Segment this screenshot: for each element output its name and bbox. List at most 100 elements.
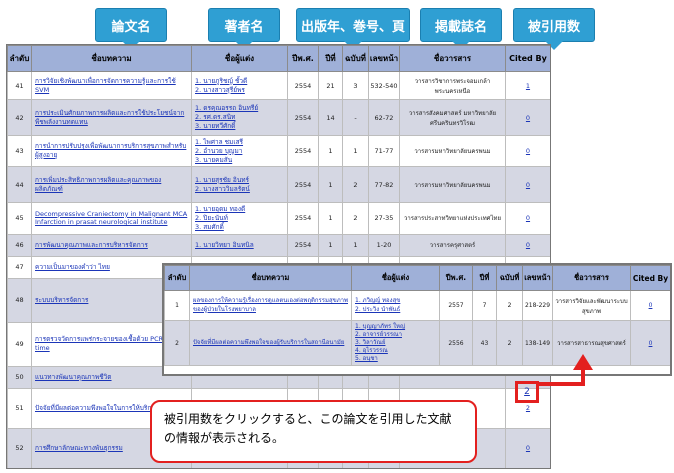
result-row: 46 การพัฒนาคุณภาพและการบริหารจัดการ 1. นาย… <box>7 233 550 257</box>
citing-authors-link[interactable]: 1. บุญญาภัทร ใหญ่ 2. อาจารย์วรรณา 3. วิล… <box>351 319 440 367</box>
citing-index-cell: 2 <box>164 319 190 367</box>
citing-cited-count[interactable]: 0 <box>649 302 653 309</box>
result-title-link[interactable]: การพัฒนาคุณภาพและการบริหารจัดการ <box>31 233 192 257</box>
callout-authors: 著者名 <box>208 8 280 50</box>
header-pages: เลขหน้า <box>368 45 400 72</box>
header-authors: ชื่อผู้แต่ง <box>191 45 288 72</box>
popup-header-cited: Cited By <box>630 265 670 291</box>
result-cited-link[interactable]: 1 <box>505 71 550 100</box>
result-index-cell: 46 <box>7 233 32 257</box>
result-cited-count[interactable]: 0 <box>526 181 530 189</box>
result-pages-cell: 532-540 <box>368 71 400 100</box>
result-year-cell: 2554 <box>287 233 319 257</box>
result-index-cell: 48 <box>7 277 32 323</box>
result-row: 41 การวิจัยเชิงพัฒนาเพื่อการจัดการความรู้… <box>7 71 550 100</box>
result-authors-link[interactable]: 1. นายวิทยา อินทนิล <box>191 233 288 257</box>
citing-title-link[interactable]: ผลของการให้ความรู้เรื่องการดูแลตนเองต่อพ… <box>189 290 352 321</box>
results-header-row: ลำดับ ชื่อบทความ ชื่อผู้แต่ง ปีพ.ศ. ปีที… <box>7 45 550 72</box>
popup-header-year: ปีพ.ศ. <box>439 265 473 291</box>
popup-header-authors: ชื่อผู้แต่ง <box>351 265 440 291</box>
popup-header-volume: ปีที่ <box>472 265 497 291</box>
result-cited-count[interactable]: 0 <box>526 214 530 222</box>
result-cited-link[interactable]: 0 <box>505 134 550 168</box>
callout-publication: 出版年、巻号、頁 <box>296 8 410 50</box>
result-journal-cell: วารสารวิชาการพระจอมเกล้าพระนครเหนือ <box>399 71 506 100</box>
citing-cited-link[interactable]: 0 <box>630 290 670 321</box>
result-cited-link[interactable]: 0 <box>505 427 550 468</box>
result-index-cell: 42 <box>7 99 32 136</box>
arrow-connector-icon <box>538 354 593 386</box>
citing-cited-count[interactable]: 0 <box>649 340 653 347</box>
result-authors-link[interactable]: 1. นายภูริชญ์ ชั้วดี 2. นางสาวสุรีย์พร <box>191 71 288 100</box>
result-index-cell: 52 <box>7 427 32 468</box>
result-index-cell: 50 <box>7 365 32 389</box>
result-cited-count[interactable]: 0 <box>526 241 530 249</box>
result-cited-count[interactable]: 2 <box>526 404 530 412</box>
result-index-cell: 49 <box>7 321 32 367</box>
result-pages-cell: 27-35 <box>368 202 400 235</box>
result-authors-link[interactable]: 1. ดรคุณอรรถ อินทรีย์ 2. รศ.ดร.สนิท 3. น… <box>191 99 288 136</box>
citing-index-cell: 1 <box>164 290 190 321</box>
result-title-link[interactable]: การเพิ่มประสิทธิภาพการผลิตและคุณภาพของผล… <box>31 166 192 204</box>
result-row: 45 Decompressive Craniectomy in Malignant… <box>7 202 550 235</box>
result-pages-cell: 1-20 <box>368 233 400 257</box>
cited-count-link[interactable]: 2 <box>518 387 536 397</box>
result-cited-count[interactable]: 0 <box>526 147 530 155</box>
citing-journal-cell: วารสารวิจัยและพัฒนาระบบสุขภาพ <box>552 290 631 321</box>
header-index: ลำดับ <box>7 45 32 72</box>
result-cited-link[interactable]: 0 <box>505 202 550 235</box>
result-cited-link[interactable]: 0 <box>505 233 550 257</box>
citing-year-cell: 2556 <box>439 319 473 367</box>
result-journal-cell: วารสารครุศาสตร์ <box>399 233 506 257</box>
result-index-cell: 51 <box>7 387 32 429</box>
citing-issue-cell: 2 <box>496 290 523 321</box>
callout-authors-label: 著者名 <box>224 19 264 35</box>
result-title-link[interactable]: การประเมินศักยภาพการผลิตและการใช้ประโยชน… <box>31 99 192 136</box>
citing-volume-cell: 43 <box>472 319 497 367</box>
result-index-cell: 45 <box>7 202 32 235</box>
result-title-link[interactable]: การวิจัยเชิงพัฒนาเพื่อการจัดการความรู้แล… <box>31 71 192 100</box>
result-cited-link[interactable]: 0 <box>505 166 550 204</box>
result-cited-count[interactable]: 0 <box>526 114 530 122</box>
callout-publication-label: 出版年、巻号、頁 <box>300 19 405 35</box>
popup-header-index: ลำดับ <box>164 265 190 291</box>
explanation-text: 被引用数をクリックすると、この論文を引用した文献の情報が表示される。 <box>164 412 452 445</box>
result-index-cell: 47 <box>7 255 32 279</box>
result-issue-cell: 2 <box>342 202 369 235</box>
popup-header-title: ชื่อบทความ <box>189 265 352 291</box>
result-journal-cell: วารสารมหาวิทยาลัยนครพนม <box>399 134 506 168</box>
popup-header-issue: ฉบับที่ <box>496 265 523 291</box>
popup-header-row: ลำดับ ชื่อบทความ ชื่อผู้แต่ง ปีพ.ศ. ปีที… <box>164 265 670 291</box>
result-title-link[interactable]: การนำการปรับปรุงเพื่อพัฒนาการบริการสุขภา… <box>31 134 192 168</box>
result-journal-cell: วารสารมหาวิทยาลัยนครพนม <box>399 166 506 204</box>
callout-cited-label: 被引用数 <box>527 19 580 35</box>
result-authors-link[interactable]: 1. ไพศาล ชมเสรี 2. อำนวย บุญมา 3. นายคมส… <box>191 134 288 168</box>
result-title-link[interactable]: Decompressive Craniectomy in Malignant M… <box>31 202 192 235</box>
header-issue: ฉบับที่ <box>342 45 369 72</box>
result-row: 42 การประเมินศักยภาพการผลิตและการใช้ประโย… <box>7 99 550 136</box>
result-issue-cell: 1 <box>342 134 369 168</box>
callout-title: 論文名 <box>95 8 167 50</box>
callout-title-label: 論文名 <box>111 19 151 35</box>
result-cited-link[interactable]: 0 <box>505 99 550 136</box>
result-year-cell: 2554 <box>287 202 319 235</box>
citing-pages-cell: 218-229 <box>522 290 553 321</box>
result-journal-cell: วารสารสังคมศาสตร์ มหาวิทยาลัยศรีนครินทรว… <box>399 99 506 136</box>
result-authors-link[interactable]: 1. นายอุดม ทองดี 2. ปิยะนันท์ 3. สมศักดิ… <box>191 202 288 235</box>
result-volume-cell: 1 <box>318 202 343 235</box>
result-row: 43 การนำการปรับปรุงเพื่อพัฒนาการบริการสุข… <box>7 134 550 168</box>
result-year-cell: 2554 <box>287 71 319 100</box>
result-cited-count[interactable]: 0 <box>526 444 530 452</box>
result-journal-cell: วารสารประสาทวิทยาแห่งประเทศไทย <box>399 202 506 235</box>
result-volume-cell: 1 <box>318 134 343 168</box>
result-pages-cell: 71-77 <box>368 134 400 168</box>
result-cited-count[interactable]: 1 <box>526 82 530 90</box>
result-authors-link[interactable]: 1. นายสุรชัย อินทร์ 2. นางสาววิมลรัตน์ <box>191 166 288 204</box>
header-cited: Cited By <box>505 45 550 72</box>
citing-articles-popup: ลำดับ ชื่อบทความ ชื่อผู้แต่ง ปีพ.ศ. ปีที… <box>162 263 672 376</box>
citing-row: 1 ผลของการให้ความรู้เรื่องการดูแลตนเองต่อ… <box>164 290 670 321</box>
citing-title-link[interactable]: ปัจจัยที่มีผลต่อความพึงพอใจของผู้รับบริก… <box>189 319 352 367</box>
citing-authors-link[interactable]: 1. ภวิญญ์ ทองสุข 2. ประวิง นำพันธ์ <box>351 290 440 321</box>
result-year-cell: 2554 <box>287 99 319 136</box>
citing-cited-link[interactable]: 0 <box>630 319 670 367</box>
